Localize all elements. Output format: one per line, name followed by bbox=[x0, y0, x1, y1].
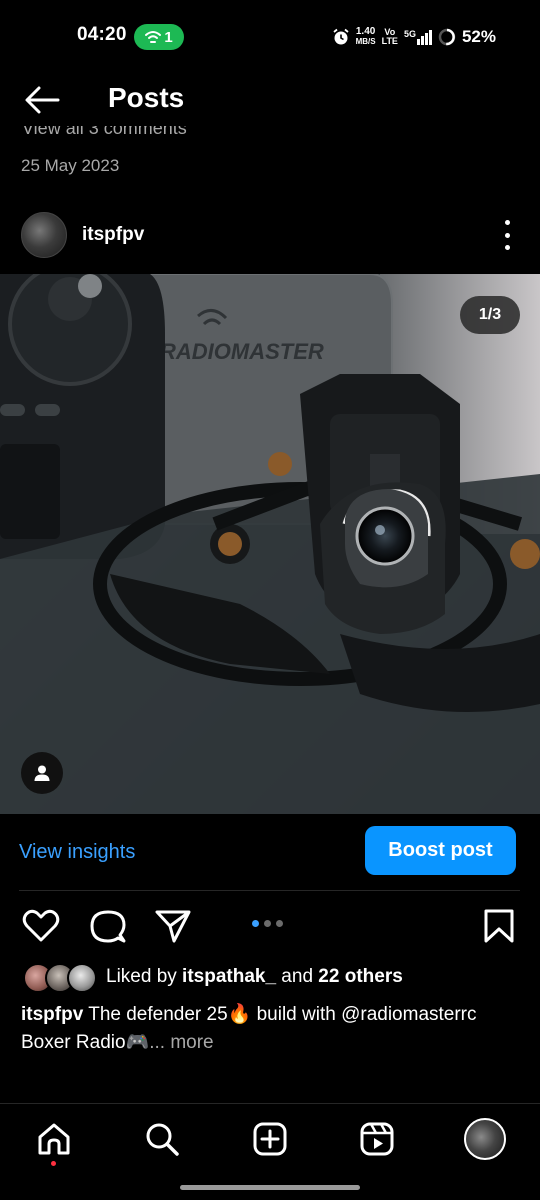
carousel-dot-1 bbox=[252, 920, 259, 927]
boost-post-button[interactable]: Boost post bbox=[365, 826, 516, 875]
nav-create[interactable] bbox=[250, 1119, 290, 1159]
nav-home[interactable] bbox=[34, 1119, 74, 1159]
post-author-username[interactable]: itspfpv bbox=[82, 224, 144, 246]
back-arrow-icon[interactable] bbox=[22, 82, 62, 118]
create-icon bbox=[253, 1122, 287, 1156]
search-icon bbox=[146, 1123, 179, 1156]
carousel-dot-3 bbox=[276, 920, 283, 927]
home-icon bbox=[38, 1123, 70, 1155]
post-caption: itspfpv The defender 25🔥 build with @rad… bbox=[21, 1001, 526, 1057]
likes-others[interactable]: 22 others bbox=[318, 966, 402, 987]
alarm-icon bbox=[333, 28, 349, 45]
caption-username[interactable]: itspfpv bbox=[21, 1004, 83, 1025]
battery-level: 52% bbox=[461, 27, 496, 46]
page-title: Posts bbox=[108, 82, 185, 113]
view-insights-link[interactable]: View insights bbox=[19, 841, 135, 864]
caption-text: The defender 25🔥 build with @radiomaster… bbox=[21, 1004, 477, 1053]
image-counter: 1/3 bbox=[460, 296, 520, 334]
divider bbox=[19, 890, 520, 891]
hotspot-count: 1 bbox=[164, 28, 173, 46]
like-heart-icon[interactable] bbox=[22, 907, 60, 945]
wifi-icon bbox=[145, 31, 162, 43]
view-comments-link[interactable]: View all 3 comments bbox=[22, 126, 187, 140]
system-icons: 1.40 MB/S Vo LTE 5G 52% bbox=[332, 24, 496, 50]
post-date: 25 May 2023 bbox=[21, 156, 120, 175]
post-image[interactable]: RADIOMASTER 1/3 bbox=[0, 274, 540, 814]
reels-icon bbox=[360, 1122, 394, 1156]
post-author-avatar[interactable] bbox=[21, 212, 67, 258]
more-options-icon[interactable] bbox=[497, 220, 517, 250]
liker-avatar bbox=[67, 963, 97, 993]
person-icon bbox=[34, 765, 50, 781]
comment-icon[interactable] bbox=[89, 907, 127, 945]
app-header: Posts bbox=[0, 72, 540, 128]
bottom-navigation bbox=[0, 1104, 540, 1176]
liker-avatars[interactable] bbox=[23, 963, 97, 993]
photo-brand-text: RADIOMASTER bbox=[160, 339, 324, 364]
liker-username[interactable]: itspathak_ bbox=[182, 966, 276, 987]
notification-dot bbox=[51, 1161, 56, 1166]
battery-ring-icon bbox=[438, 28, 456, 46]
status-bar: 04:20 1 1.40 MB/S Vo LTE 5G 52% bbox=[0, 0, 540, 72]
drone-photo: RADIOMASTER bbox=[0, 274, 540, 814]
nav-profile-avatar[interactable] bbox=[464, 1118, 506, 1160]
likes-summary[interactable]: Liked by itspathak_ and 22 others bbox=[106, 966, 403, 988]
carousel-indicator bbox=[252, 920, 283, 927]
tagged-people-button[interactable] bbox=[21, 752, 63, 794]
carousel-dot-2 bbox=[264, 920, 271, 927]
nav-reels[interactable] bbox=[357, 1119, 397, 1159]
save-bookmark-icon[interactable] bbox=[480, 907, 518, 945]
volte-indicator: Vo LTE bbox=[381, 27, 398, 46]
home-indicator[interactable] bbox=[180, 1185, 360, 1190]
nav-search[interactable] bbox=[142, 1119, 182, 1159]
caption-more-link[interactable]: ... more bbox=[149, 1032, 213, 1053]
network-speed: 1.40 MB/S bbox=[355, 26, 376, 47]
share-send-icon[interactable] bbox=[154, 907, 192, 945]
hotspot-indicator: 1 bbox=[134, 24, 184, 50]
signal-icon: 5G bbox=[404, 29, 432, 45]
status-time: 04:20 bbox=[77, 24, 127, 45]
